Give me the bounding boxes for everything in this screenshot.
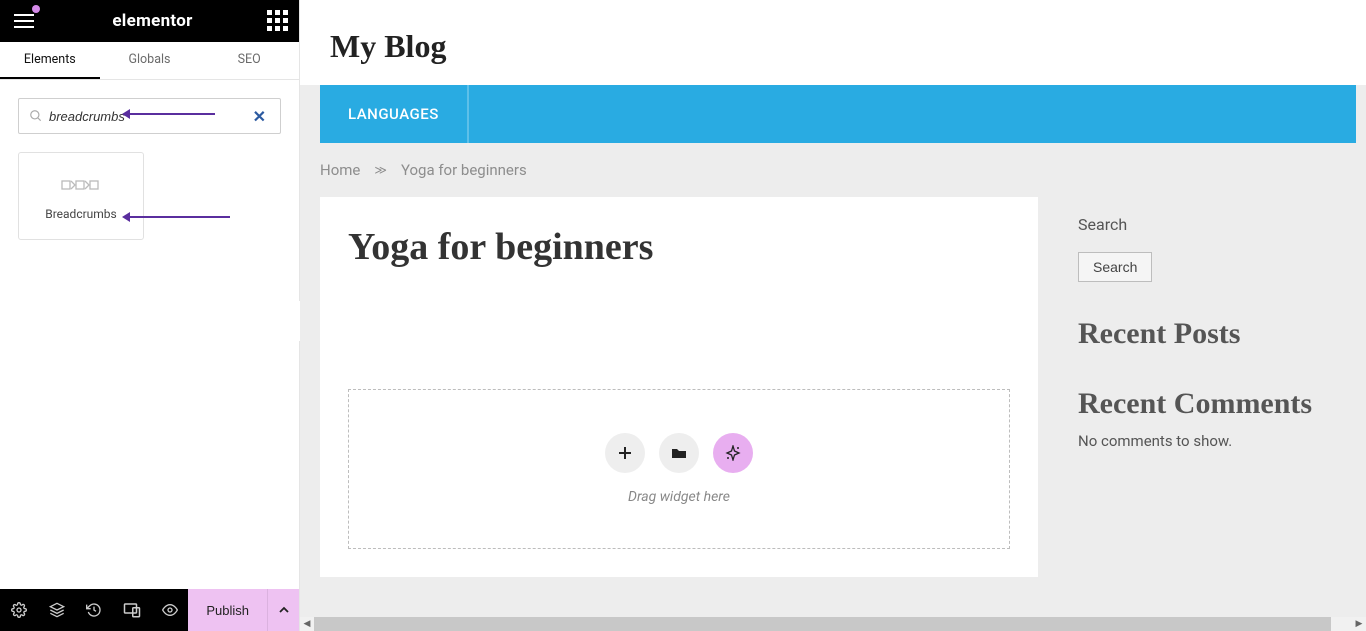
publish-options-button[interactable] xyxy=(267,589,299,631)
breadcrumb-current: Yoga for beginners xyxy=(401,161,527,179)
elementor-panel: elementor Elements Globals SEO ✕ Br xyxy=(0,0,300,631)
page-sidebar: Search Search Recent Posts Recent Commen… xyxy=(1056,197,1356,577)
settings-button[interactable] xyxy=(0,589,38,631)
apps-grid-button[interactable] xyxy=(267,10,289,32)
gear-icon xyxy=(11,602,27,618)
eye-icon xyxy=(161,602,179,618)
publish-button[interactable]: Publish xyxy=(188,589,267,631)
scroll-left-icon[interactable]: ◀ xyxy=(300,619,314,629)
main-menu: LANGUAGES xyxy=(320,85,1356,143)
panel-footer: Publish xyxy=(0,589,299,631)
recent-comments-heading: Recent Comments xyxy=(1078,386,1334,422)
recent-posts-heading: Recent Posts xyxy=(1078,316,1334,352)
responsive-icon xyxy=(123,602,141,618)
add-section-button[interactable] xyxy=(605,433,645,473)
preview-canvas: My Blog LANGUAGES Home ≫ Yoga for beginn… xyxy=(300,0,1366,631)
tab-elements[interactable]: Elements xyxy=(0,42,100,79)
content-area: Yoga for beginners Drag widget here xyxy=(320,197,1038,577)
preview-button[interactable] xyxy=(151,589,189,631)
plus-icon xyxy=(618,446,632,460)
no-comments-text: No comments to show. xyxy=(1078,432,1334,450)
horizontal-scrollbar[interactable]: ◀ ▶ xyxy=(300,617,1366,631)
layers-icon xyxy=(49,602,65,618)
search-widget-title: Search xyxy=(1078,215,1334,234)
publish-group: Publish xyxy=(188,589,299,631)
breadcrumbs-icon xyxy=(61,171,101,199)
tab-globals[interactable]: Globals xyxy=(100,42,200,79)
breadcrumb-separator-icon: ≫ xyxy=(374,163,387,177)
widget-breadcrumbs[interactable]: Breadcrumbs xyxy=(18,152,144,240)
widget-search: ✕ xyxy=(18,98,281,134)
history-icon xyxy=(86,602,102,618)
page-title: Yoga for beginners xyxy=(348,225,1010,269)
tab-seo[interactable]: SEO xyxy=(199,42,299,79)
breadcrumb-home[interactable]: Home xyxy=(320,161,360,179)
breadcrumb: Home ≫ Yoga for beginners xyxy=(300,143,1366,197)
sparkle-icon xyxy=(725,445,741,461)
widget-dropzone[interactable]: Drag widget here xyxy=(348,389,1010,549)
clear-search-button[interactable]: ✕ xyxy=(249,107,270,126)
folder-icon xyxy=(671,446,687,460)
annotation-arrow xyxy=(125,216,230,218)
add-template-button[interactable] xyxy=(659,433,699,473)
chevron-up-icon xyxy=(279,606,289,614)
notification-dot xyxy=(32,5,40,13)
navigator-button[interactable] xyxy=(38,589,76,631)
site-title: My Blog xyxy=(300,0,1366,85)
widget-results: Breadcrumbs xyxy=(18,152,281,240)
brand-logo: elementor xyxy=(112,11,192,31)
search-widget-button[interactable]: Search xyxy=(1078,252,1152,282)
history-button[interactable] xyxy=(75,589,113,631)
panel-tabs: Elements Globals SEO xyxy=(0,42,299,80)
panel-header: elementor xyxy=(0,0,299,42)
hamburger-icon xyxy=(14,14,34,28)
search-input[interactable] xyxy=(43,109,249,124)
scroll-right-icon[interactable]: ▶ xyxy=(1352,619,1366,629)
responsive-button[interactable] xyxy=(113,589,151,631)
widget-label: Breadcrumbs xyxy=(45,207,117,221)
menu-button[interactable] xyxy=(10,7,38,35)
menu-item-languages[interactable]: LANGUAGES xyxy=(320,85,469,143)
search-icon xyxy=(29,109,43,123)
panel-body: ✕ Breadcrumbs xyxy=(0,80,299,589)
annotation-arrow xyxy=(125,113,215,115)
ai-button[interactable] xyxy=(713,433,753,473)
dropzone-label: Drag widget here xyxy=(628,489,730,505)
